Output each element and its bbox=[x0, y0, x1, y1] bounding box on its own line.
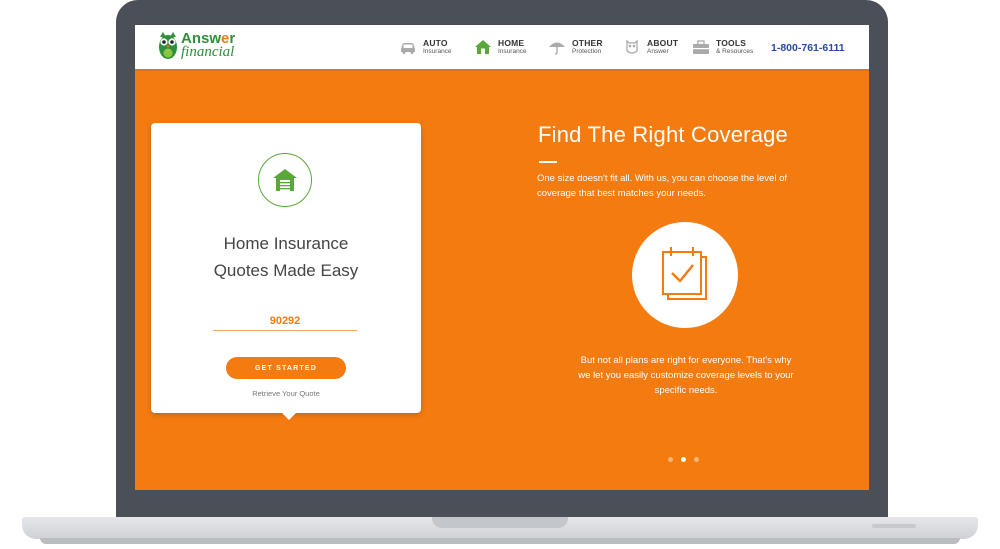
nav-label: TOOLS bbox=[716, 38, 747, 48]
owl-logo-icon bbox=[159, 32, 177, 59]
card-title-line: Quotes Made Easy bbox=[213, 261, 359, 280]
car-icon bbox=[401, 43, 415, 54]
calendar-badge bbox=[632, 222, 738, 328]
phone-number-link[interactable]: 1-800-761-6111 bbox=[771, 42, 845, 54]
nav-label: ABOUT bbox=[647, 38, 679, 48]
card-title: Home Insurance Quotes Made Easy bbox=[151, 230, 421, 284]
nav-label: HOME bbox=[498, 38, 525, 48]
nav-other-protection[interactable]: OTHER Protection bbox=[548, 39, 603, 55]
carousel-dot[interactable] bbox=[668, 457, 673, 462]
laptop-notch bbox=[432, 517, 568, 528]
hero-headline: Find The Right Coverage bbox=[538, 122, 788, 147]
get-started-button[interactable]: GET STARTED bbox=[226, 357, 346, 379]
top-navbar: Answer financial AUTO Insurance HOME Ins… bbox=[135, 25, 869, 71]
laptop-base-bottom bbox=[40, 538, 960, 544]
nav-sublabel: Insurance bbox=[498, 47, 527, 55]
garage-house-badge bbox=[258, 153, 312, 207]
nav-sublabel: Answer bbox=[647, 47, 669, 55]
brand-logo[interactable]: Answer financial bbox=[158, 30, 235, 60]
toolbox-icon bbox=[693, 40, 709, 54]
zip-code-input[interactable] bbox=[213, 313, 357, 331]
nav-sublabel: & Resources bbox=[716, 47, 754, 55]
website-screen: Answer financial AUTO Insurance HOME Ins… bbox=[135, 25, 869, 490]
retrieve-quote-link[interactable]: Retrieve Your Quote bbox=[151, 389, 421, 398]
carousel-dot-active[interactable] bbox=[681, 457, 686, 462]
quote-card: Home Insurance Quotes Made Easy GET STAR… bbox=[151, 123, 421, 413]
headline-divider bbox=[539, 161, 557, 163]
nav-label: OTHER bbox=[572, 38, 603, 48]
garage-home-icon bbox=[273, 169, 297, 191]
nav-sublabel: Protection bbox=[572, 47, 602, 55]
home-icon bbox=[475, 40, 491, 54]
brand-name-sub: financial bbox=[181, 43, 235, 60]
hero-body-text: But not all plans are right for everyone… bbox=[578, 355, 794, 396]
nav-sublabel: Insurance bbox=[423, 47, 452, 55]
calendar-check-icon bbox=[662, 247, 707, 300]
hero-intro-text: One size doesn't fit all. With us, you c… bbox=[537, 173, 788, 199]
nav-about-answer[interactable]: ABOUT Answer bbox=[623, 39, 678, 55]
carousel-dots bbox=[668, 457, 707, 462]
card-pointer bbox=[281, 412, 297, 420]
nav-label: AUTO bbox=[423, 38, 448, 48]
nav-tools-resources[interactable]: TOOLS & Resources bbox=[692, 39, 753, 55]
nav-home-insurance[interactable]: HOME Insurance bbox=[474, 39, 527, 55]
laptop-slot bbox=[872, 524, 916, 528]
owl-outline-icon bbox=[626, 39, 638, 54]
card-title-line: Home Insurance bbox=[223, 234, 349, 253]
umbrella-icon bbox=[549, 42, 565, 55]
carousel-dot[interactable] bbox=[694, 457, 699, 462]
nav-auto-insurance[interactable]: AUTO Insurance bbox=[399, 39, 452, 55]
